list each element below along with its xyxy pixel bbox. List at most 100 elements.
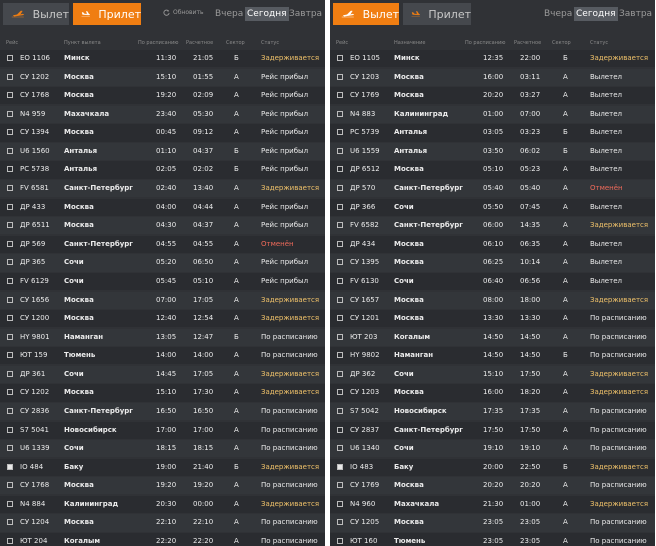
flight-row[interactable]: СУ 1204 Москва 22:10 22:10 А По расписанию <box>0 514 325 532</box>
flight-checkbox[interactable] <box>7 92 13 99</box>
flight-checkbox[interactable] <box>337 222 343 229</box>
flight-row[interactable]: ДР 365 Сочи 05:20 06:50 А Рейс прибыл <box>0 254 325 272</box>
flight-checkbox[interactable] <box>7 147 13 154</box>
flight-checkbox[interactable] <box>7 315 13 322</box>
flight-row[interactable]: СУ 1202 Москва 15:10 17:30 А Задерживается <box>0 384 325 402</box>
flight-checkbox[interactable] <box>7 185 13 192</box>
flight-row[interactable]: ЮТ 160 Тюмень 23:05 23:05 А По расписанию <box>330 533 655 546</box>
flight-checkbox[interactable] <box>7 110 13 117</box>
flight-row[interactable]: PC 5739 Анталья 03:05 03:23 Б Вылетел <box>330 124 655 142</box>
flight-row[interactable]: FV 6129 Сочи 05:45 05:10 А Рейс прибыл <box>0 272 325 291</box>
flight-checkbox[interactable] <box>337 129 343 136</box>
flight-row[interactable]: СУ 1768 Москва 19:20 02:09 А Рейс прибыл <box>0 87 325 105</box>
flight-row[interactable]: U6 1339 Сочи 18:15 18:15 А По расписанию <box>0 440 325 458</box>
flight-checkbox[interactable] <box>337 203 343 210</box>
flight-checkbox[interactable] <box>7 389 13 396</box>
flight-checkbox[interactable] <box>337 370 343 377</box>
flight-checkbox[interactable] <box>337 445 343 452</box>
flight-row[interactable]: ДР 569 Санкт-Петербург 04:55 04:55 А Отменён <box>0 235 325 253</box>
flight-checkbox[interactable] <box>337 463 343 470</box>
tab-arrivals[interactable]: Прилет <box>73 3 141 25</box>
flight-checkbox[interactable] <box>7 538 13 545</box>
flight-row[interactable]: ДР 433 Москва 04:00 04:44 А Рейс прибыл <box>0 198 325 216</box>
flight-row[interactable]: ДР 362 Сочи 15:10 17:50 А Задерживается <box>330 365 655 384</box>
flight-checkbox[interactable] <box>337 110 343 117</box>
flight-row[interactable]: ЕО 1105 Минск 12:35 22:00 Б Задерживается <box>330 50 655 68</box>
tab-departures[interactable]: Вылет <box>333 3 399 25</box>
flight-checkbox[interactable] <box>337 482 343 489</box>
flight-row[interactable]: ДР 366 Сочи 05:50 07:45 А Вылетел <box>330 198 655 216</box>
flight-checkbox[interactable] <box>7 352 13 359</box>
flight-checkbox[interactable] <box>7 445 13 452</box>
flight-checkbox[interactable] <box>337 92 343 99</box>
flight-checkbox[interactable] <box>7 277 13 284</box>
flight-checkbox[interactable] <box>7 426 13 433</box>
tab-departures[interactable]: Вылет <box>3 3 69 25</box>
flight-checkbox[interactable] <box>7 222 13 229</box>
flight-checkbox[interactable] <box>7 166 13 173</box>
flight-checkbox[interactable] <box>7 55 13 61</box>
flight-checkbox[interactable] <box>337 147 343 154</box>
flight-checkbox[interactable] <box>337 166 343 173</box>
flight-row[interactable]: FV 6581 Санкт-Петербург 02:40 13:40 А Задержи… <box>0 180 325 198</box>
flight-row[interactable]: N4 960 Махачкала 21:30 01:00 А Задерживается <box>330 495 655 514</box>
flight-checkbox[interactable] <box>337 259 343 266</box>
flight-row[interactable]: IO 484 Баку 19:00 21:40 Б Задерживается <box>0 458 325 476</box>
flight-row[interactable]: N4 883 Калининград 01:00 07:00 А Вылетел <box>330 105 655 123</box>
flight-row[interactable]: ЕО 1106 Минск 11:30 21:05 Б Задерживается <box>0 50 325 68</box>
flight-row[interactable]: СУ 2837 Санкт-Петербург 17:50 17:50 А По расп… <box>330 421 655 439</box>
day-tomorrow[interactable]: Завтра <box>287 7 324 21</box>
flight-row[interactable]: IO 483 Баку 20:00 22:50 Б Задерживается <box>330 458 655 476</box>
flight-row[interactable]: ЮТ 203 Когалым 14:50 14:50 А По расписанию <box>330 328 655 346</box>
flight-checkbox[interactable] <box>7 296 13 303</box>
flight-checkbox[interactable] <box>337 315 343 322</box>
flight-checkbox[interactable] <box>337 426 343 433</box>
day-tomorrow[interactable]: Завтра <box>617 7 654 21</box>
flight-row[interactable]: СУ 1769 Москва 20:20 03:27 А Вылетел <box>330 87 655 105</box>
flight-row[interactable]: S7 5042 Новосибирск 17:35 17:35 А По расписан… <box>330 402 655 421</box>
flight-row[interactable]: ДР 570 Санкт-Петербург 05:40 05:40 А Отменён <box>330 180 655 198</box>
flight-row[interactable]: СУ 1395 Москва 06:25 10:14 А Вылетел <box>330 254 655 272</box>
flight-row[interactable]: СУ 1200 Москва 12:40 12:54 А Задерживается <box>0 310 325 328</box>
flight-checkbox[interactable] <box>337 277 343 284</box>
refresh-button[interactable]: Обновить <box>163 9 203 16</box>
flight-row[interactable]: U6 1340 Сочи 19:10 19:10 А По расписанию <box>330 440 655 458</box>
flight-row[interactable]: СУ 1657 Москва 08:00 18:00 А Задерживается <box>330 291 655 309</box>
flight-row[interactable]: СУ 2836 Санкт-Петербург 16:50 16:50 А По расп… <box>0 402 325 421</box>
flight-row[interactable]: HY 9801 Наманган 13:05 12:47 Б По расписанию <box>0 328 325 346</box>
tab-arrivals[interactable]: Прилет <box>403 3 471 25</box>
flight-checkbox[interactable] <box>7 73 13 80</box>
flight-checkbox[interactable] <box>337 407 343 414</box>
flight-checkbox[interactable] <box>7 519 13 526</box>
flight-checkbox[interactable] <box>337 296 343 303</box>
flight-row[interactable]: U6 1560 Анталья 01:10 04:37 Б Рейс прибыл <box>0 142 325 161</box>
flight-checkbox[interactable] <box>337 240 343 247</box>
flight-row[interactable]: СУ 1205 Москва 23:05 23:05 А По расписанию <box>330 514 655 532</box>
flight-row[interactable]: ЮТ 159 Тюмень 14:00 14:00 А По расписанию <box>0 347 325 365</box>
flight-row[interactable]: FV 6582 Санкт-Петербург 06:00 14:35 А Задержи… <box>330 217 655 235</box>
day-today[interactable]: Сегодня <box>574 7 618 21</box>
flight-checkbox[interactable] <box>337 333 343 340</box>
flight-checkbox[interactable] <box>337 500 343 507</box>
flight-checkbox[interactable] <box>7 333 13 340</box>
flight-checkbox[interactable] <box>7 259 13 266</box>
flight-row[interactable]: N4 884 Калининград 20:30 00:00 А Задерживаетс… <box>0 495 325 514</box>
flight-row[interactable]: СУ 1203 Москва 16:00 03:11 А Вылетел <box>330 68 655 86</box>
flight-row[interactable]: ДР 6511 Москва 04:30 04:37 А Рейс прибыл <box>0 217 325 235</box>
flight-checkbox[interactable] <box>7 240 13 247</box>
flight-row[interactable]: СУ 1768 Москва 19:20 19:20 А По расписанию <box>0 477 325 495</box>
flight-row[interactable]: ДР 6512 Москва 05:10 05:23 А Вылетел <box>330 161 655 179</box>
flight-checkbox[interactable] <box>7 482 13 489</box>
flight-row[interactable]: СУ 1203 Москва 16:00 18:20 А Задерживается <box>330 384 655 402</box>
flight-row[interactable]: СУ 1769 Москва 20:20 20:20 А По расписанию <box>330 477 655 495</box>
flight-row[interactable]: СУ 1201 Москва 13:30 13:30 А По расписанию <box>330 310 655 328</box>
flight-checkbox[interactable] <box>7 370 13 377</box>
flight-checkbox[interactable] <box>7 463 13 470</box>
day-yesterday[interactable]: Вчера <box>542 7 574 21</box>
flight-checkbox[interactable] <box>7 203 13 210</box>
flight-row[interactable]: FV 6130 Сочи 06:40 06:56 А Вылетел <box>330 272 655 291</box>
flight-row[interactable]: HY 9802 Наманган 14:50 14:50 Б По расписанию <box>330 347 655 365</box>
flight-checkbox[interactable] <box>337 185 343 192</box>
flight-checkbox[interactable] <box>337 389 343 396</box>
flight-checkbox[interactable] <box>337 519 343 526</box>
